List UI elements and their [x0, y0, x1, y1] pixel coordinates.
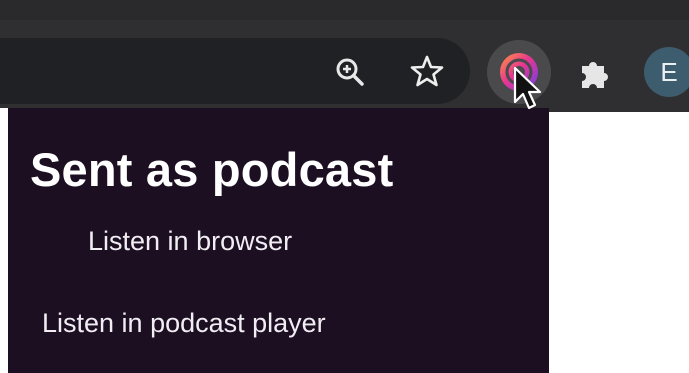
podcast-popup: Sent as podcast Listen in browser Listen… — [8, 108, 549, 373]
zoom-in-icon[interactable] — [330, 52, 370, 92]
tab-strip — [0, 0, 689, 20]
profile-avatar[interactable]: E — [644, 47, 689, 97]
puzzle-icon[interactable] — [572, 50, 616, 94]
star-icon[interactable] — [406, 50, 448, 92]
listen-in-browser-link[interactable]: Listen in browser — [88, 226, 292, 257]
browser-window: E Sent as podcast Listen in browser List… — [0, 0, 689, 373]
profile-initial: E — [660, 56, 678, 87]
address-bar[interactable] — [0, 38, 470, 104]
page-edge — [0, 108, 8, 373]
popup-title: Sent as podcast — [30, 143, 394, 196]
listen-in-podcast-player-link[interactable]: Listen in podcast player — [42, 308, 326, 339]
mouse-cursor-icon — [513, 66, 542, 110]
